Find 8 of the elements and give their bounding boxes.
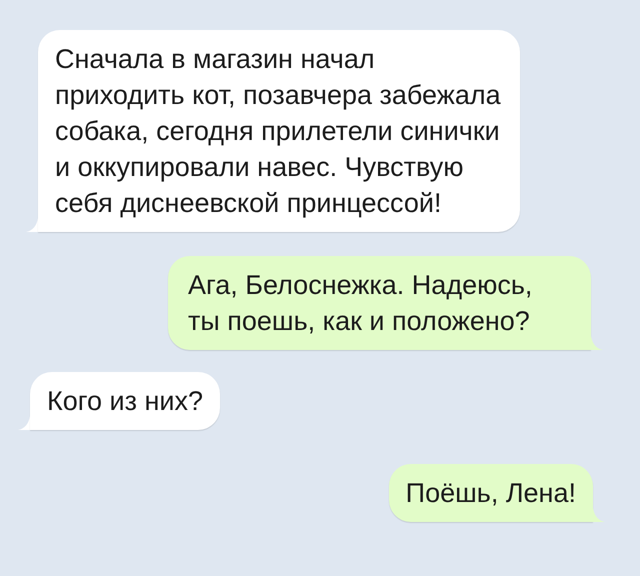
message-bubble: Поёшь, Лена! bbox=[388, 464, 593, 522]
bubble-tail bbox=[18, 416, 30, 430]
message-bubble: Кого из них? bbox=[30, 372, 220, 430]
bubble-tail bbox=[591, 336, 603, 350]
message-bubble: Ага, Белоснежка. Надеюсь, ты поешь, как и положено? bbox=[168, 256, 591, 350]
bubble-tail bbox=[593, 508, 605, 522]
message-bubble: Сначала в магазин начал приходить кот, позавчера забежала собака, сегодня прилетели синички и оккупировали навес. Чувствую себя диснеевской принцессой! bbox=[38, 30, 520, 232]
bubble-tail bbox=[26, 218, 38, 232]
